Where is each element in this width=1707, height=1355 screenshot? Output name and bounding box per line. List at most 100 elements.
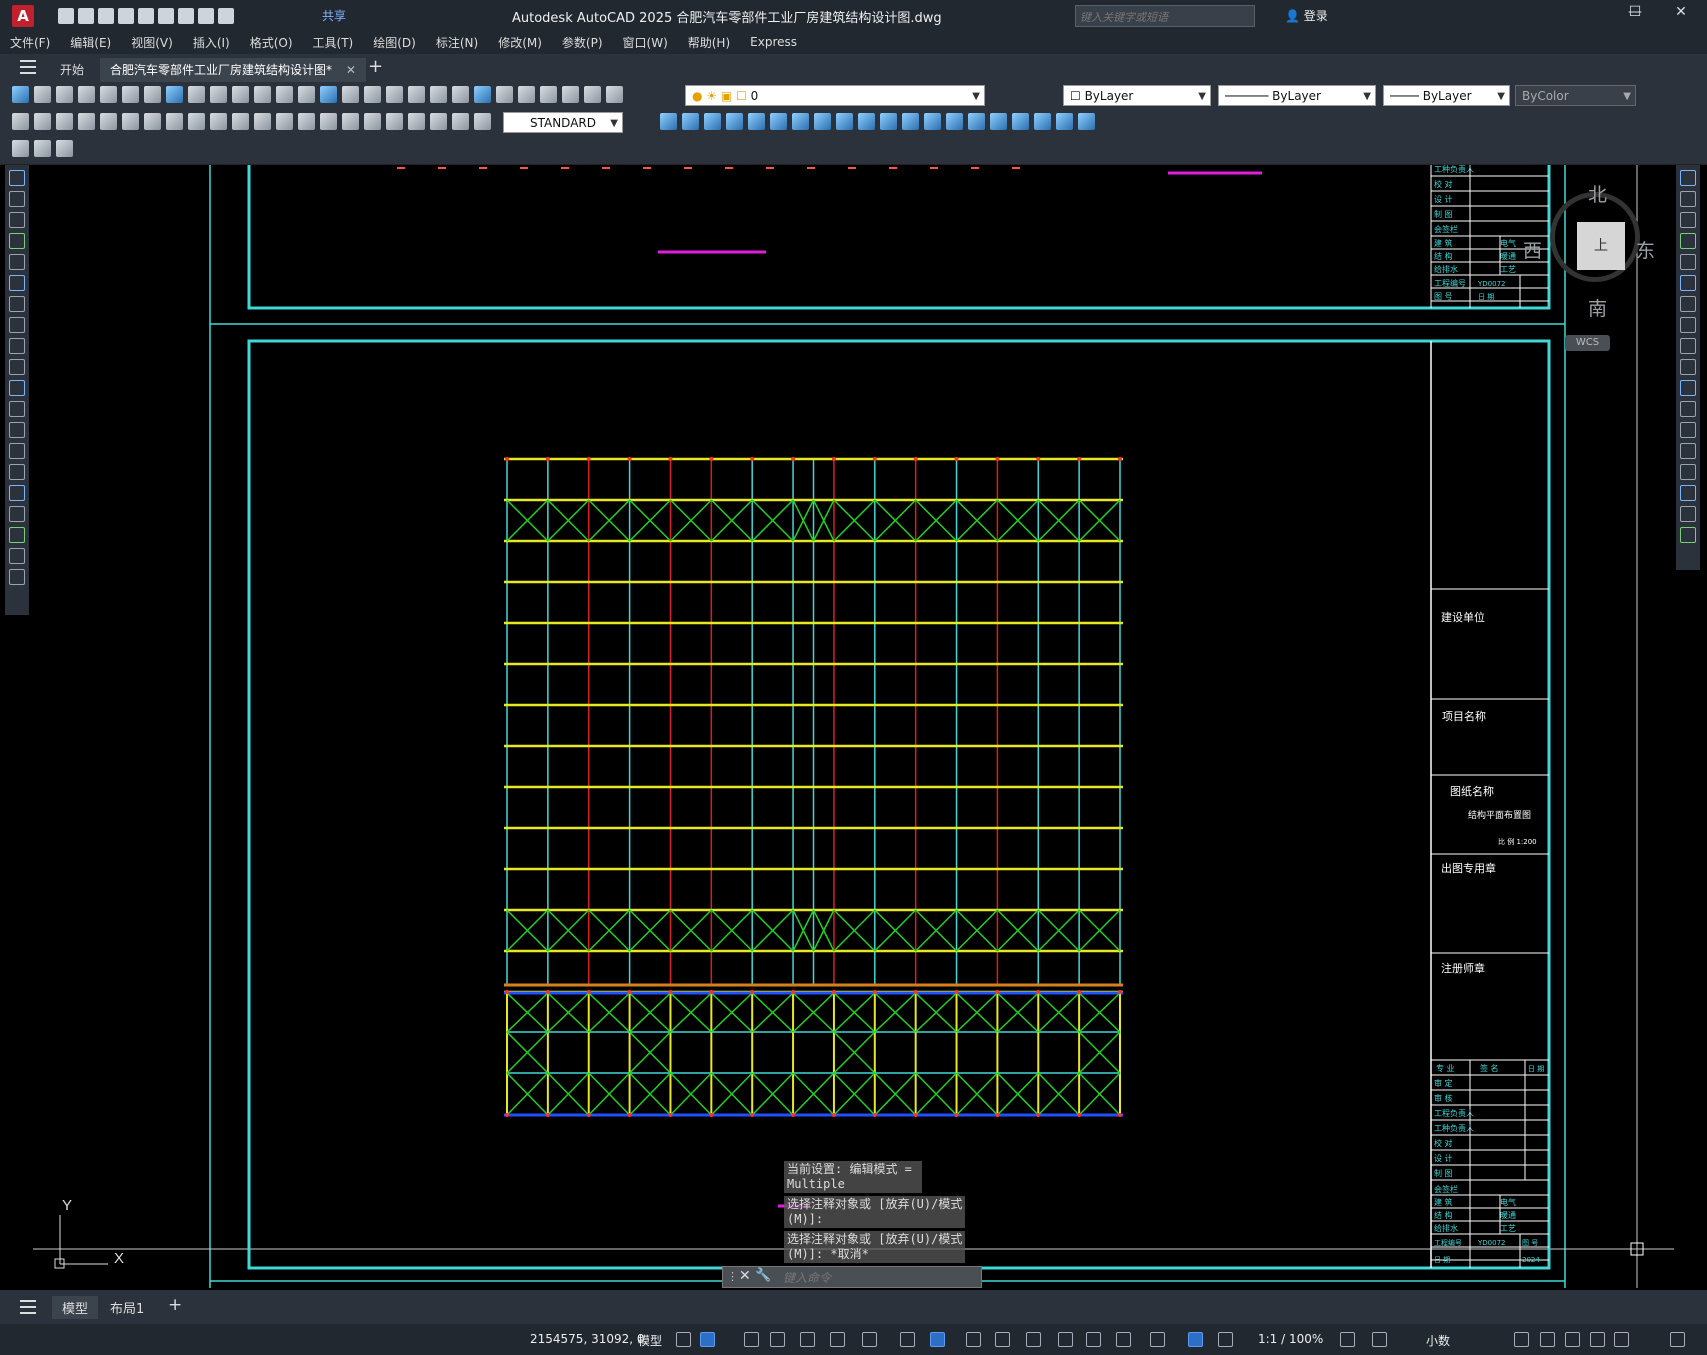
- break-icon[interactable]: [1680, 422, 1696, 438]
- help-search-input[interactable]: [1076, 8, 1254, 27]
- circle-icon[interactable]: [9, 296, 25, 312]
- tab-drawing[interactable]: 合肥汽车零部件工业厂房建筑结构设计图* ✕: [100, 58, 366, 82]
- lineweight-icon[interactable]: [966, 1332, 981, 1347]
- linetype-dropdown[interactable]: ────── ByLayer ▼: [1218, 85, 1376, 106]
- tab-close-icon[interactable]: ✕: [346, 63, 356, 77]
- layer-state-icon[interactable]: [540, 86, 557, 103]
- explode-icon[interactable]: [1680, 527, 1696, 543]
- menu-item[interactable]: 文件(F): [0, 34, 60, 51]
- rectangle-icon[interactable]: [9, 254, 25, 270]
- save-icon[interactable]: [56, 86, 73, 103]
- quickcalc-icon[interactable]: [474, 86, 491, 103]
- menu-item[interactable]: 编辑(E): [60, 34, 121, 51]
- open-web-icon[interactable]: [138, 8, 154, 24]
- interfere-icon[interactable]: [924, 113, 941, 130]
- save-icon[interactable]: [98, 8, 114, 24]
- 3d-osnap-icon[interactable]: [1058, 1332, 1073, 1347]
- ortho-icon[interactable]: [800, 1332, 815, 1347]
- open-icon[interactable]: [78, 8, 94, 24]
- imprint-icon[interactable]: [1056, 113, 1073, 130]
- loft-icon[interactable]: [858, 113, 875, 130]
- redo-icon[interactable]: [218, 8, 234, 24]
- create-block-icon[interactable]: [34, 140, 51, 157]
- hatch-icon[interactable]: [9, 464, 25, 480]
- layer-dropdown[interactable]: ● ☀ ▣ ☐ 0 ▼: [685, 85, 985, 106]
- arc-icon[interactable]: [9, 275, 25, 291]
- line-icon[interactable]: [9, 170, 25, 186]
- annotation-scale[interactable]: 1:1 / 100%: [1258, 1332, 1323, 1346]
- layouts-menu-icon[interactable]: [20, 1300, 36, 1314]
- sweep-icon[interactable]: [814, 113, 831, 130]
- selection-cycling-icon[interactable]: [1026, 1332, 1041, 1347]
- properties-icon[interactable]: [364, 86, 381, 103]
- table-icon[interactable]: [9, 527, 25, 543]
- file-tabs-menu-icon[interactable]: [20, 60, 36, 74]
- region-icon[interactable]: [9, 506, 25, 522]
- grid-icon[interactable]: [676, 1332, 691, 1347]
- undo-icon[interactable]: [198, 8, 214, 24]
- shell-icon[interactable]: [990, 113, 1007, 130]
- preview-icon[interactable]: [100, 86, 117, 103]
- menu-item[interactable]: 工具(T): [303, 34, 364, 51]
- viewcube-top-face[interactable]: 上: [1577, 222, 1625, 270]
- menu-item[interactable]: 窗口(W): [613, 34, 678, 51]
- color-dropdown[interactable]: ☐ ByLayer ▼: [1063, 85, 1211, 106]
- compass-west[interactable]: 西: [1523, 236, 1542, 263]
- dim-angular-icon[interactable]: [166, 113, 183, 130]
- plot-icon[interactable]: [178, 8, 194, 24]
- plotstyle-dropdown[interactable]: ByColor ▼: [1515, 85, 1636, 106]
- revolve-icon[interactable]: [836, 113, 853, 130]
- login-button[interactable]: 👤 登录: [1285, 7, 1328, 24]
- slice-icon[interactable]: [880, 113, 897, 130]
- object-snap-tracking-icon[interactable]: [900, 1332, 915, 1347]
- quick-properties-icon[interactable]: [1514, 1332, 1529, 1347]
- annotation-visibility-icon[interactable]: [1188, 1332, 1203, 1347]
- extrude-icon[interactable]: [770, 113, 787, 130]
- separate-icon[interactable]: [1012, 113, 1029, 130]
- sheet-set-icon[interactable]: [430, 86, 447, 103]
- grip-icon[interactable]: ⋮: [727, 1270, 738, 1283]
- chamfer-edge-icon[interactable]: [968, 113, 985, 130]
- offset-edge-icon[interactable]: [1078, 113, 1095, 130]
- infer-constraints-icon[interactable]: [744, 1332, 759, 1347]
- blend-icon[interactable]: [1680, 506, 1696, 522]
- dim-diameter-icon[interactable]: [144, 113, 161, 130]
- presspull-icon[interactable]: [792, 113, 809, 130]
- spline-icon[interactable]: [9, 338, 25, 354]
- save-web-icon[interactable]: [158, 8, 174, 24]
- new-tab-button[interactable]: +: [368, 56, 383, 77]
- break-at-point-icon[interactable]: [1680, 401, 1696, 417]
- viewcube[interactable]: 上 北 南 东 西: [1523, 180, 1655, 320]
- dim-continue-icon[interactable]: [232, 113, 249, 130]
- menu-item[interactable]: 格式(O): [240, 34, 303, 51]
- extend-icon[interactable]: [1680, 380, 1696, 396]
- help-search[interactable]: [1075, 5, 1255, 27]
- redo-icon[interactable]: [254, 86, 271, 103]
- lineweight-dropdown[interactable]: ──── ByLayer ▼: [1383, 85, 1510, 106]
- app-logo-button[interactable]: A: [12, 5, 34, 27]
- annotation-monitor-icon[interactable]: [1372, 1332, 1387, 1347]
- design-center-icon[interactable]: [386, 86, 403, 103]
- move-3d-icon[interactable]: [660, 113, 677, 130]
- dim-override-icon[interactable]: [474, 113, 491, 130]
- make-block-icon[interactable]: [9, 422, 25, 438]
- qnew-icon[interactable]: [12, 86, 29, 103]
- menu-item[interactable]: 标注(N): [426, 34, 488, 51]
- stretch-icon[interactable]: [1680, 338, 1696, 354]
- dim-arc-icon[interactable]: [56, 113, 73, 130]
- share-button[interactable]: 共享: [322, 7, 346, 24]
- insert-block-icon[interactable]: [9, 401, 25, 417]
- dim-update-icon[interactable]: [430, 113, 447, 130]
- close-window-button[interactable]: ✕: [1666, 4, 1696, 20]
- tab-start[interactable]: 开始: [50, 58, 94, 82]
- tolerance-icon[interactable]: [298, 113, 315, 130]
- dynamic-ucs-icon[interactable]: [1086, 1332, 1101, 1347]
- point-icon[interactable]: [9, 443, 25, 459]
- compass-east[interactable]: 东: [1636, 236, 1655, 263]
- dim-baseline-icon[interactable]: [210, 113, 227, 130]
- command-line[interactable]: ⋮ ✕ 🔧: [722, 1266, 982, 1288]
- gizmo-icon[interactable]: [1150, 1332, 1165, 1347]
- clean-icon[interactable]: [1034, 113, 1051, 130]
- command-input[interactable]: [781, 1268, 955, 1288]
- publish-icon[interactable]: [122, 86, 139, 103]
